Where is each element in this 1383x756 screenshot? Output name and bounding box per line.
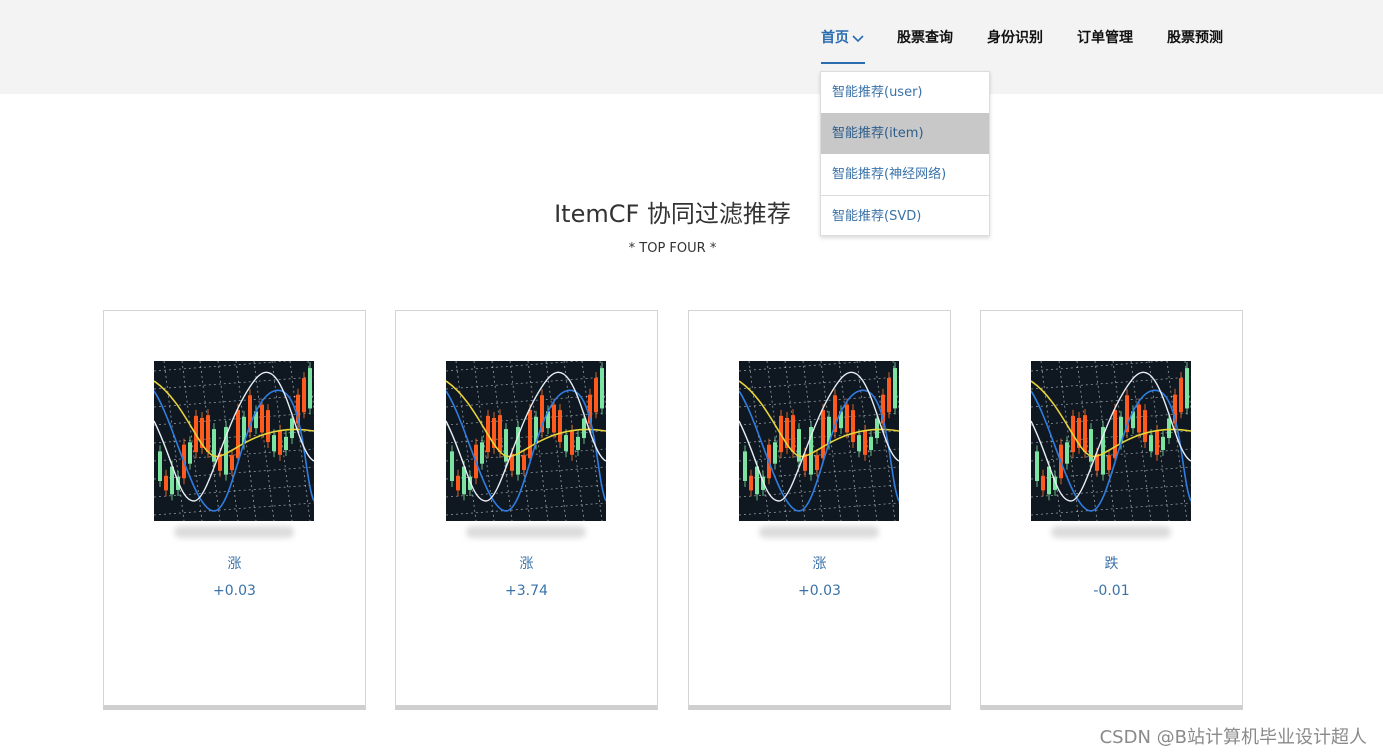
dropdown-item-neural[interactable]: 智能推荐(神经网络) [821,154,989,195]
watermark: CSDN @B站计算机毕业设计超人 [1099,727,1367,748]
page-subtitle: * TOP FOUR * [628,241,717,256]
chevron-down-icon [851,28,865,48]
nav-item-label: 首页 [821,30,849,46]
stock-change: +3.74 [505,583,548,599]
page-title: ItemCF 协同过滤推荐 [554,200,791,228]
blurred-stock-name [466,526,586,538]
stock-chart-image [739,361,899,521]
stock-change: +0.03 [798,583,841,599]
nav-item-orders[interactable]: 订单管理 [1077,28,1133,64]
blurred-stock-name [759,526,879,538]
nav-item-prediction[interactable]: 股票预测 [1167,28,1223,64]
nav-item-stock-query[interactable]: 股票查询 [897,28,953,64]
stock-change: +0.03 [213,583,256,599]
stock-card[interactable]: 涨 +0.03 [103,310,366,710]
dropdown-item-user[interactable]: 智能推荐(user) [821,72,989,113]
stock-card[interactable]: 跌 -0.01 [980,310,1243,710]
stock-card[interactable]: 涨 +3.74 [395,310,658,710]
stock-card[interactable]: 涨 +0.03 [688,310,951,710]
blurred-stock-name [174,526,294,538]
stock-change: -0.01 [1093,583,1130,599]
main-nav: 首页 股票查询 身份识别 订单管理 股票预测 [0,0,1383,94]
stock-chart-image [446,361,606,521]
stock-chart-image [1031,361,1191,521]
top-header: 首页 股票查询 身份识别 订单管理 股票预测 [0,0,1383,94]
stock-chart-image [154,361,314,521]
blurred-stock-name [1051,526,1171,538]
nav-item-home[interactable]: 首页 [821,28,865,64]
stock-trend: 涨 [227,556,242,572]
stock-trend: 涨 [812,556,827,572]
nav-item-identity[interactable]: 身份识别 [987,28,1043,64]
stock-trend: 涨 [519,556,534,572]
stock-trend: 跌 [1104,556,1119,572]
dropdown-item-item[interactable]: 智能推荐(item) [821,113,989,154]
